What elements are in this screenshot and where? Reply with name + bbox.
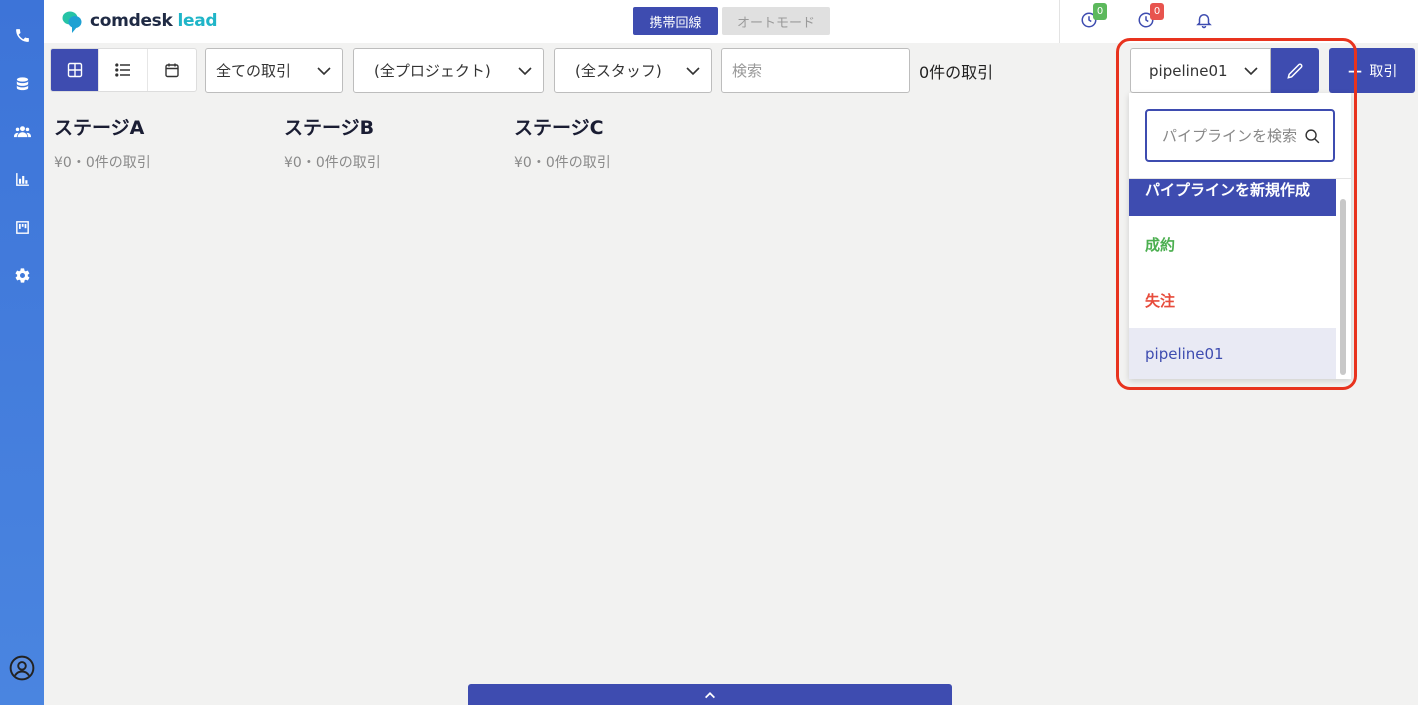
auto-mode-button[interactable]: オートモード (722, 7, 830, 35)
top-header: comdesk lead 携帯回線 オートモード 0 0 (44, 0, 1418, 43)
highlight-annotation (1116, 38, 1357, 390)
deal-count: 0件の取引 (919, 63, 994, 82)
grid-icon (67, 62, 82, 78)
overdue-count-badge: 0 (1150, 3, 1164, 20)
mobile-line-button[interactable]: 携帯回線 (633, 7, 718, 35)
chevron-down-icon (317, 67, 331, 76)
list-view-button[interactable] (99, 49, 148, 91)
users-icon[interactable] (10, 119, 34, 143)
deal-filter-select[interactable]: 全ての取引 (205, 48, 343, 93)
list-icon (115, 63, 131, 77)
logo-text: comdesk (90, 11, 173, 31)
header-divider (1059, 0, 1060, 43)
stage-summary: ¥0・0件の取引 (54, 155, 151, 171)
board-view-button[interactable] (51, 49, 100, 91)
clock-icon-red[interactable]: 0 (1137, 3, 1164, 31)
chevron-down-icon (686, 67, 700, 76)
view-toggle-group (50, 48, 197, 92)
pending-count-badge: 0 (1093, 3, 1107, 20)
chart-icon[interactable] (10, 167, 34, 191)
stage-column: ステージC ¥0・0件の取引 (514, 113, 611, 172)
calendar-icon (165, 63, 179, 78)
logo[interactable]: comdesk lead (62, 9, 218, 33)
user-circle-icon[interactable] (9, 655, 35, 681)
logo-mark-icon (62, 9, 84, 33)
stage-column: ステージA ¥0・0件の取引 (54, 113, 151, 172)
staff-filter-value: (全スタッフ) (575, 62, 662, 80)
phone-icon[interactable] (10, 23, 34, 47)
bottom-drawer-toggle[interactable] (468, 684, 952, 705)
search-input[interactable] (721, 48, 910, 93)
gear-icon[interactable] (10, 263, 34, 287)
stage-column: ステージB ¥0・0件の取引 (284, 113, 381, 172)
add-deal-label: 取引 (1369, 63, 1398, 80)
chevron-up-icon (705, 691, 715, 698)
board-icon[interactable] (10, 215, 34, 239)
staff-filter-select[interactable]: (全スタッフ) (554, 48, 712, 93)
stage-summary: ¥0・0件の取引 (284, 155, 381, 171)
deal-filter-value: 全ての取引 (216, 62, 292, 80)
chevron-down-icon (518, 67, 532, 76)
sidebar (0, 0, 44, 705)
clock-icon-green[interactable]: 0 (1080, 3, 1107, 31)
calendar-view-button[interactable] (148, 49, 196, 91)
project-filter-select[interactable]: (全プロジェクト) (353, 48, 544, 93)
stage-title: ステージA (54, 117, 145, 139)
database-icon[interactable] (10, 72, 34, 96)
logo-accent: lead (177, 11, 218, 31)
project-filter-value: (全プロジェクト) (374, 62, 491, 80)
stage-title: ステージC (514, 117, 604, 139)
stage-title: ステージB (284, 117, 375, 139)
bell-icon[interactable] (1195, 11, 1215, 31)
stage-summary: ¥0・0件の取引 (514, 155, 611, 171)
